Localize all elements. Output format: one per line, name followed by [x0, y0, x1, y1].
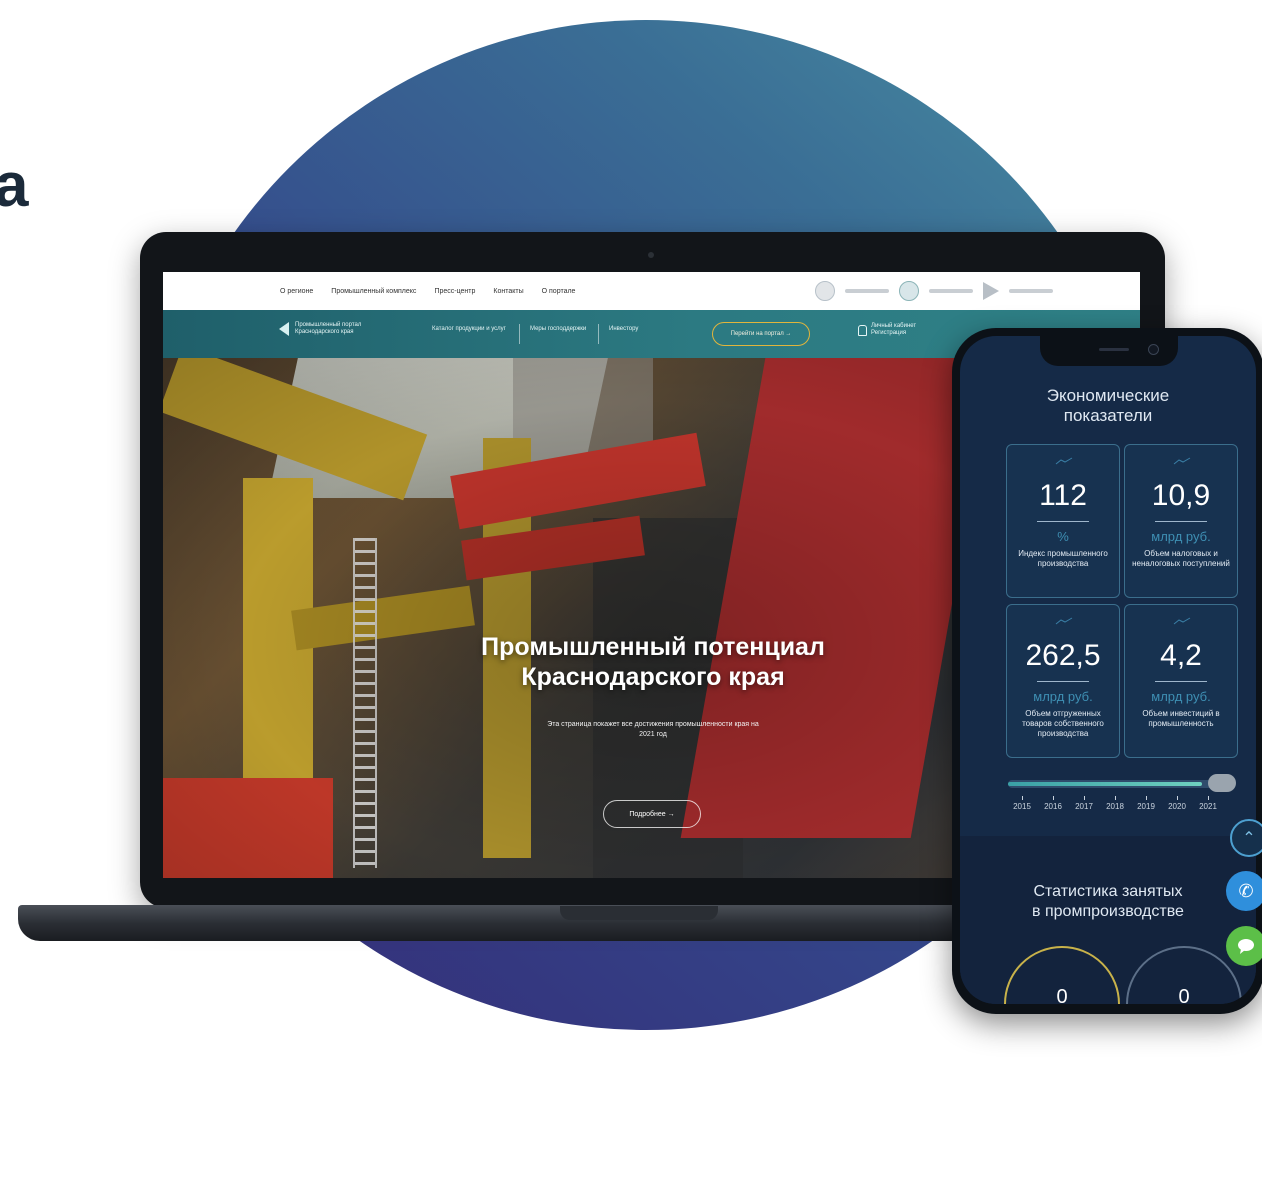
cabinet-links: Личный кабинет Регистрация — [871, 323, 916, 337]
hero-title-line: Промышленный потенциал — [481, 633, 825, 661]
phone-screen: Экономические показатели 112 % Индекс пр… — [960, 336, 1256, 1004]
partner-logos — [815, 281, 1053, 301]
stat-unit: млрд руб. — [1033, 689, 1093, 704]
nav-separator — [598, 324, 599, 344]
cropped-heading-letter: а — [0, 151, 29, 220]
stat-card-shipped-goods[interactable]: 262,5 млрд руб. Объем отгруженных товаро… — [1006, 604, 1120, 758]
logo-caption-bar — [845, 289, 889, 293]
trend-icon — [1173, 457, 1191, 465]
subtitle-line: Статистика занятых — [1033, 883, 1183, 900]
more-button[interactable]: Подробнее → — [603, 800, 701, 828]
chevron-up-icon: ⌃ — [1242, 830, 1256, 847]
donut-value: 0 — [1056, 986, 1068, 1004]
nav-separator — [519, 324, 520, 344]
stat-description: Объем инвестиций в промышленность — [1142, 709, 1220, 728]
cabinet-link[interactable]: Личный кабинет — [871, 323, 916, 330]
year-tick-mark — [1146, 796, 1147, 800]
scroll-up-button[interactable]: ⌃ — [1230, 819, 1262, 857]
title-line: показатели — [1063, 406, 1153, 425]
stat-description: Объем отгруженных товаров собственного п… — [1022, 709, 1104, 738]
nav-catalog[interactable]: Каталог продукции и услуг — [432, 326, 512, 333]
site-logo[interactable]: Промышленный портал Краснодарского края — [279, 322, 385, 336]
year-label[interactable]: 2019 — [1132, 802, 1160, 811]
stat-divider — [1155, 681, 1207, 682]
stat-card-investments[interactable]: 4,2 млрд руб. Объем инвестиций в промышл… — [1124, 604, 1238, 758]
year-tick-mark — [1208, 796, 1209, 800]
year-slider-fill — [1008, 782, 1202, 786]
stat-unit: % — [1057, 529, 1069, 544]
stat-card-production-index[interactable]: 112 % Индекс промышленного производства — [1006, 444, 1120, 598]
emblem-logo-icon — [815, 281, 835, 301]
stat-unit: млрд руб. — [1151, 689, 1211, 704]
phone-camera — [1148, 344, 1159, 355]
year-tick-mark — [1115, 796, 1116, 800]
stat-divider — [1037, 521, 1089, 522]
logo-caption-bar — [929, 289, 973, 293]
laptop-base — [18, 905, 1018, 941]
nav-support[interactable]: Меры господдержки — [530, 326, 590, 333]
year-tick-mark — [1053, 796, 1054, 800]
nav-investor[interactable]: Инвестору — [609, 326, 659, 333]
stat-value: 112 — [1039, 479, 1087, 512]
year-slider-thumb[interactable] — [1208, 774, 1236, 792]
stat-value: 4,2 — [1160, 639, 1202, 672]
stat-value: 10,9 — [1151, 479, 1211, 512]
site-logo-text: Промышленный портал Краснодарского края — [295, 322, 362, 335]
site-topbar: О регионе Промышленный комплекс Пресс-це… — [163, 272, 1140, 310]
go-to-portal-button[interactable]: Перейти на портал → — [712, 322, 810, 346]
year-label[interactable]: 2016 — [1039, 802, 1067, 811]
laptop-camera — [648, 252, 654, 258]
stat-unit: млрд руб. — [1151, 529, 1211, 544]
trend-icon — [1055, 617, 1073, 625]
call-button[interactable]: ✆ — [1226, 871, 1262, 911]
register-link[interactable]: Регистрация — [871, 330, 916, 337]
chat-button[interactable] — [1226, 926, 1262, 966]
logo-caption-bar — [1009, 289, 1053, 293]
economic-indicators-title: Экономические показатели — [960, 386, 1256, 426]
stat-value: 262,5 — [1025, 639, 1101, 672]
phone-icon: ✆ — [1238, 880, 1254, 901]
topnav-link-press[interactable]: Пресс-центр — [434, 288, 475, 295]
topnav-link-region[interactable]: О регионе — [280, 288, 313, 295]
trend-icon — [1173, 617, 1191, 625]
stat-divider — [1037, 681, 1089, 682]
year-tick-mark — [1022, 796, 1023, 800]
topnav-link-about[interactable]: О портале — [542, 288, 576, 295]
subtitle-line: в промпроизводстве — [1032, 903, 1184, 920]
hero-title: Промышленный потенциал Краснодарского кр… — [353, 632, 953, 692]
stat-description: Индекс промышленного производства — [1018, 549, 1108, 568]
trend-icon — [1055, 457, 1073, 465]
laptop-opening-notch — [560, 906, 718, 920]
year-tick-mark — [1177, 796, 1178, 800]
hero-title-line: Краснодарского края — [521, 663, 785, 691]
donut-value: 0 — [1178, 986, 1190, 1004]
topnav-link-industry[interactable]: Промышленный комплекс — [331, 288, 416, 295]
logo-mark-icon — [279, 322, 289, 336]
stat-divider — [1155, 521, 1207, 522]
user-icon — [858, 325, 867, 336]
hero-subtitle: Эта страница покажет все достижения пром… — [547, 721, 759, 738]
stat-card-tax-revenue[interactable]: 10,9 млрд руб. Объем налоговых и неналог… — [1124, 444, 1238, 598]
topnav-link-contacts[interactable]: Контакты — [493, 288, 523, 295]
year-label[interactable]: 2017 — [1070, 802, 1098, 811]
year-label-selected[interactable]: 2021 — [1194, 802, 1222, 811]
year-label[interactable]: 2020 — [1163, 802, 1191, 811]
arrow-logo-icon — [983, 282, 999, 300]
chat-icon — [1238, 939, 1254, 954]
year-label[interactable]: 2015 — [1008, 802, 1036, 811]
stat-description: Объем налоговых и неналоговых поступлени… — [1132, 549, 1230, 568]
agency-logo-icon — [899, 281, 919, 301]
employment-title: Статистика занятых в промпроизводстве — [960, 882, 1256, 922]
phone-speaker — [1099, 348, 1129, 351]
year-label[interactable]: 2018 — [1101, 802, 1129, 811]
user-cabinet[interactable]: Личный кабинет Регистрация — [858, 323, 916, 337]
site-top-nav: О регионе Промышленный комплекс Пресс-це… — [280, 288, 575, 295]
title-line: Экономические — [1046, 386, 1170, 405]
year-tick-mark — [1084, 796, 1085, 800]
